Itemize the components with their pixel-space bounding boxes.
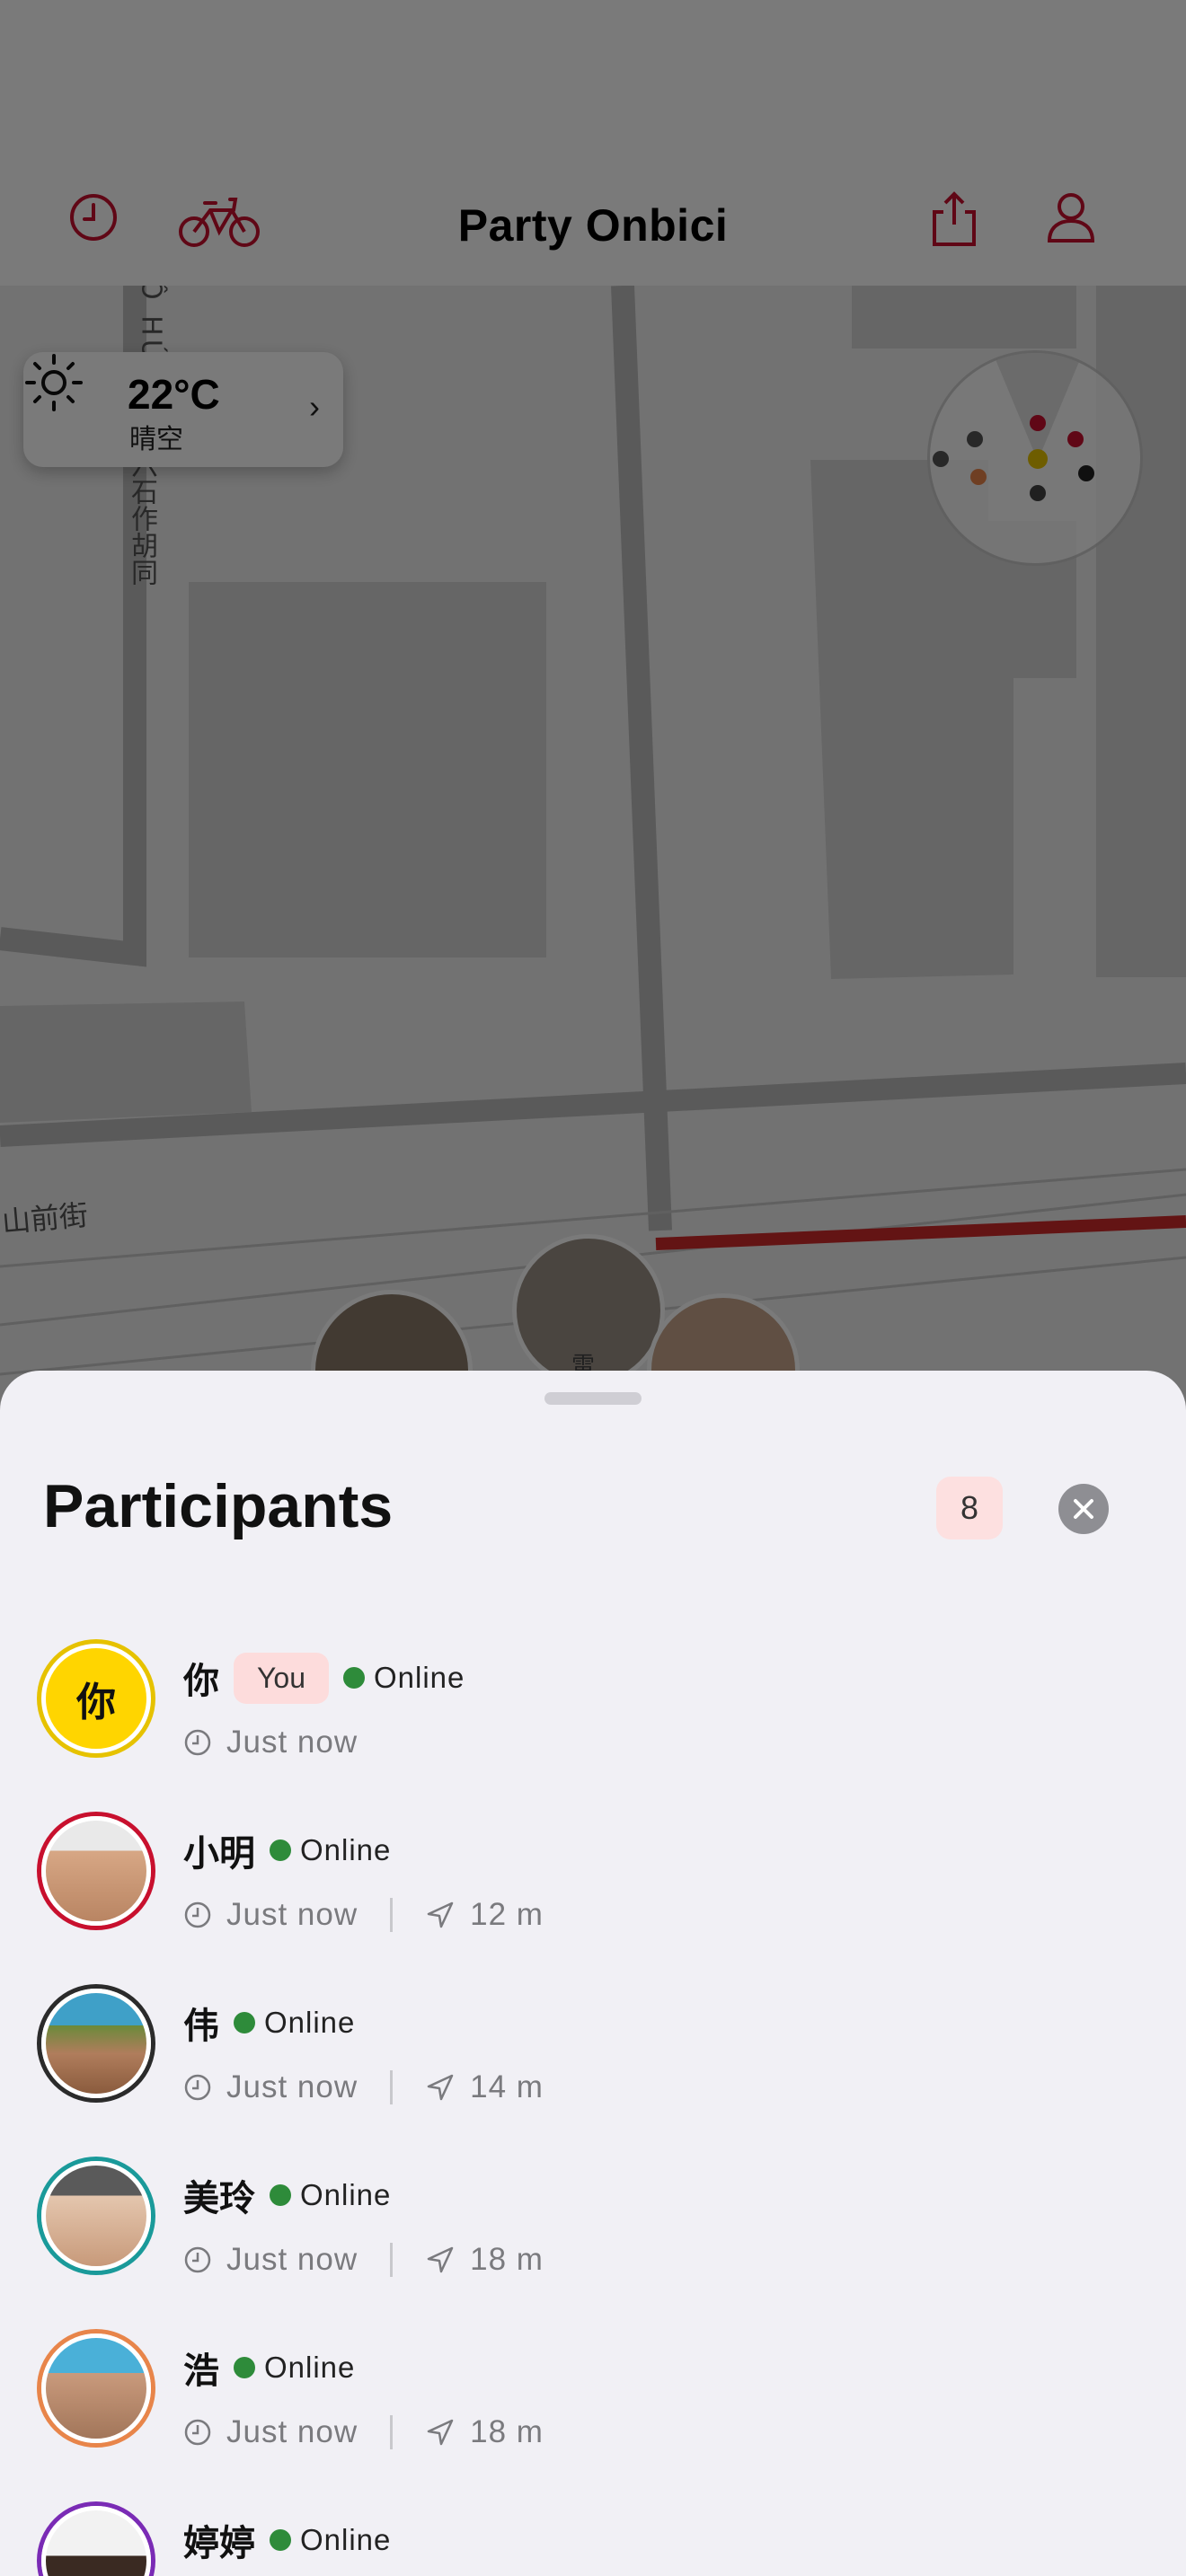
last-seen: Just now — [226, 2242, 358, 2277]
status-label: Online — [300, 1833, 392, 1866]
close-icon — [1074, 1499, 1093, 1519]
status-indicator: Online — [270, 2523, 391, 2557]
avatar — [41, 1816, 151, 1926]
participant-row[interactable]: 伟 Online Just now 14 m — [0, 1989, 1186, 2161]
distance: 12 m — [470, 1897, 544, 1932]
divider — [390, 1898, 394, 1932]
participant-name: 美玲 — [183, 2179, 255, 2219]
participant-count-badge: 8 — [936, 1477, 1003, 1539]
map-view[interactable]: Ô HÚ 六石作胡同 山前街 雷 22°C 晴空 › Party Onbici — [0, 0, 1186, 1401]
profile-button[interactable] — [1046, 190, 1118, 262]
navigation-arrow-icon — [427, 1901, 454, 1928]
status-indicator: Online — [234, 2006, 355, 2040]
sun-icon — [25, 354, 83, 411]
clock-icon — [184, 2419, 211, 2446]
distance: 18 m — [470, 2242, 544, 2277]
participant-row[interactable]: 你 你 You Online Just now — [0, 1644, 1186, 1816]
divider — [390, 2415, 394, 2449]
distance: 18 m — [470, 2414, 544, 2449]
sheet-grabber[interactable] — [544, 1392, 642, 1405]
online-dot-icon — [270, 2529, 291, 2551]
divider — [390, 2070, 394, 2104]
participant-name: 婷婷 — [183, 2524, 255, 2563]
compass-radar[interactable] — [927, 350, 1143, 566]
weather-widget[interactable]: 22°C 晴空 › — [23, 352, 343, 467]
online-dot-icon — [234, 2012, 255, 2033]
weather-temperature: 22°C — [128, 371, 220, 418]
distance: 14 m — [470, 2069, 544, 2104]
radar-icon — [933, 353, 1094, 501]
street-label-horizontal: 山前街 — [0, 1198, 90, 1239]
divider — [390, 2243, 394, 2277]
last-seen: Just now — [226, 1725, 358, 1760]
participant-name: 小明 — [183, 1834, 255, 1874]
clock-icon — [184, 2074, 211, 2101]
participant-row[interactable]: 浩 Online Just now 18 m — [0, 2333, 1186, 2506]
participant-row[interactable]: 小明 Online Just now 12 m — [0, 1816, 1186, 1989]
participant-row[interactable]: 美玲 Online Just now 18 m — [0, 2161, 1186, 2333]
share-button[interactable] — [929, 190, 1001, 262]
navigation-arrow-icon — [427, 2074, 454, 2101]
you-badge: You — [234, 1652, 329, 1704]
navigation-arrow-icon — [427, 2419, 454, 2446]
avatar — [41, 2333, 151, 2443]
participant-name: 浩 — [183, 2351, 219, 2391]
avatar — [41, 2506, 151, 2576]
status-label: Online — [374, 1661, 465, 1694]
clock-icon — [184, 1901, 211, 1928]
online-dot-icon — [270, 2184, 291, 2206]
online-dot-icon — [343, 1667, 365, 1689]
status-label: Online — [264, 2006, 356, 2039]
chevron-right-icon: › — [309, 388, 320, 425]
avatar-initial: 你 — [76, 1681, 116, 1725]
status-label: Online — [300, 2178, 392, 2211]
last-seen: Just now — [226, 1897, 358, 1932]
street-label-vertical: 六石作胡同 — [127, 451, 156, 586]
sheet-title: Participants — [43, 1472, 394, 1540]
last-seen: Just now — [226, 2414, 358, 2449]
share-icon — [933, 191, 976, 246]
app-header: Party Onbici — [0, 0, 1186, 286]
avatar — [41, 1989, 151, 2098]
participant-row[interactable]: 婷婷 Online — [0, 2506, 1186, 2576]
last-seen: Just now — [226, 2069, 358, 2104]
weather-condition: 晴空 — [129, 425, 183, 454]
status-label: Online — [264, 2351, 356, 2384]
participants-sheet: Participants 8 你 你 You Online Just now 小… — [0, 1371, 1186, 2576]
svg-text:Ô HÚ: Ô HÚ — [136, 278, 169, 363]
status-indicator: Online — [343, 1661, 465, 1695]
status-label: Online — [300, 2523, 392, 2556]
participant-name: 你 — [183, 1662, 219, 1701]
page-title: Party Onbici — [457, 200, 729, 251]
avatar — [41, 2161, 151, 2271]
avatar: 你 — [41, 1644, 151, 1753]
participant-name: 伟 — [183, 2007, 219, 2046]
status-indicator: Online — [234, 2351, 355, 2385]
navigation-arrow-icon — [427, 2246, 454, 2273]
profile-icon — [1047, 193, 1095, 243]
clock-icon — [184, 2246, 211, 2273]
online-dot-icon — [234, 2357, 255, 2378]
close-button[interactable] — [1058, 1484, 1109, 1534]
status-indicator: Online — [270, 1833, 391, 1867]
clock-icon — [184, 1729, 211, 1756]
status-indicator: Online — [270, 2178, 391, 2212]
online-dot-icon — [270, 1839, 291, 1861]
